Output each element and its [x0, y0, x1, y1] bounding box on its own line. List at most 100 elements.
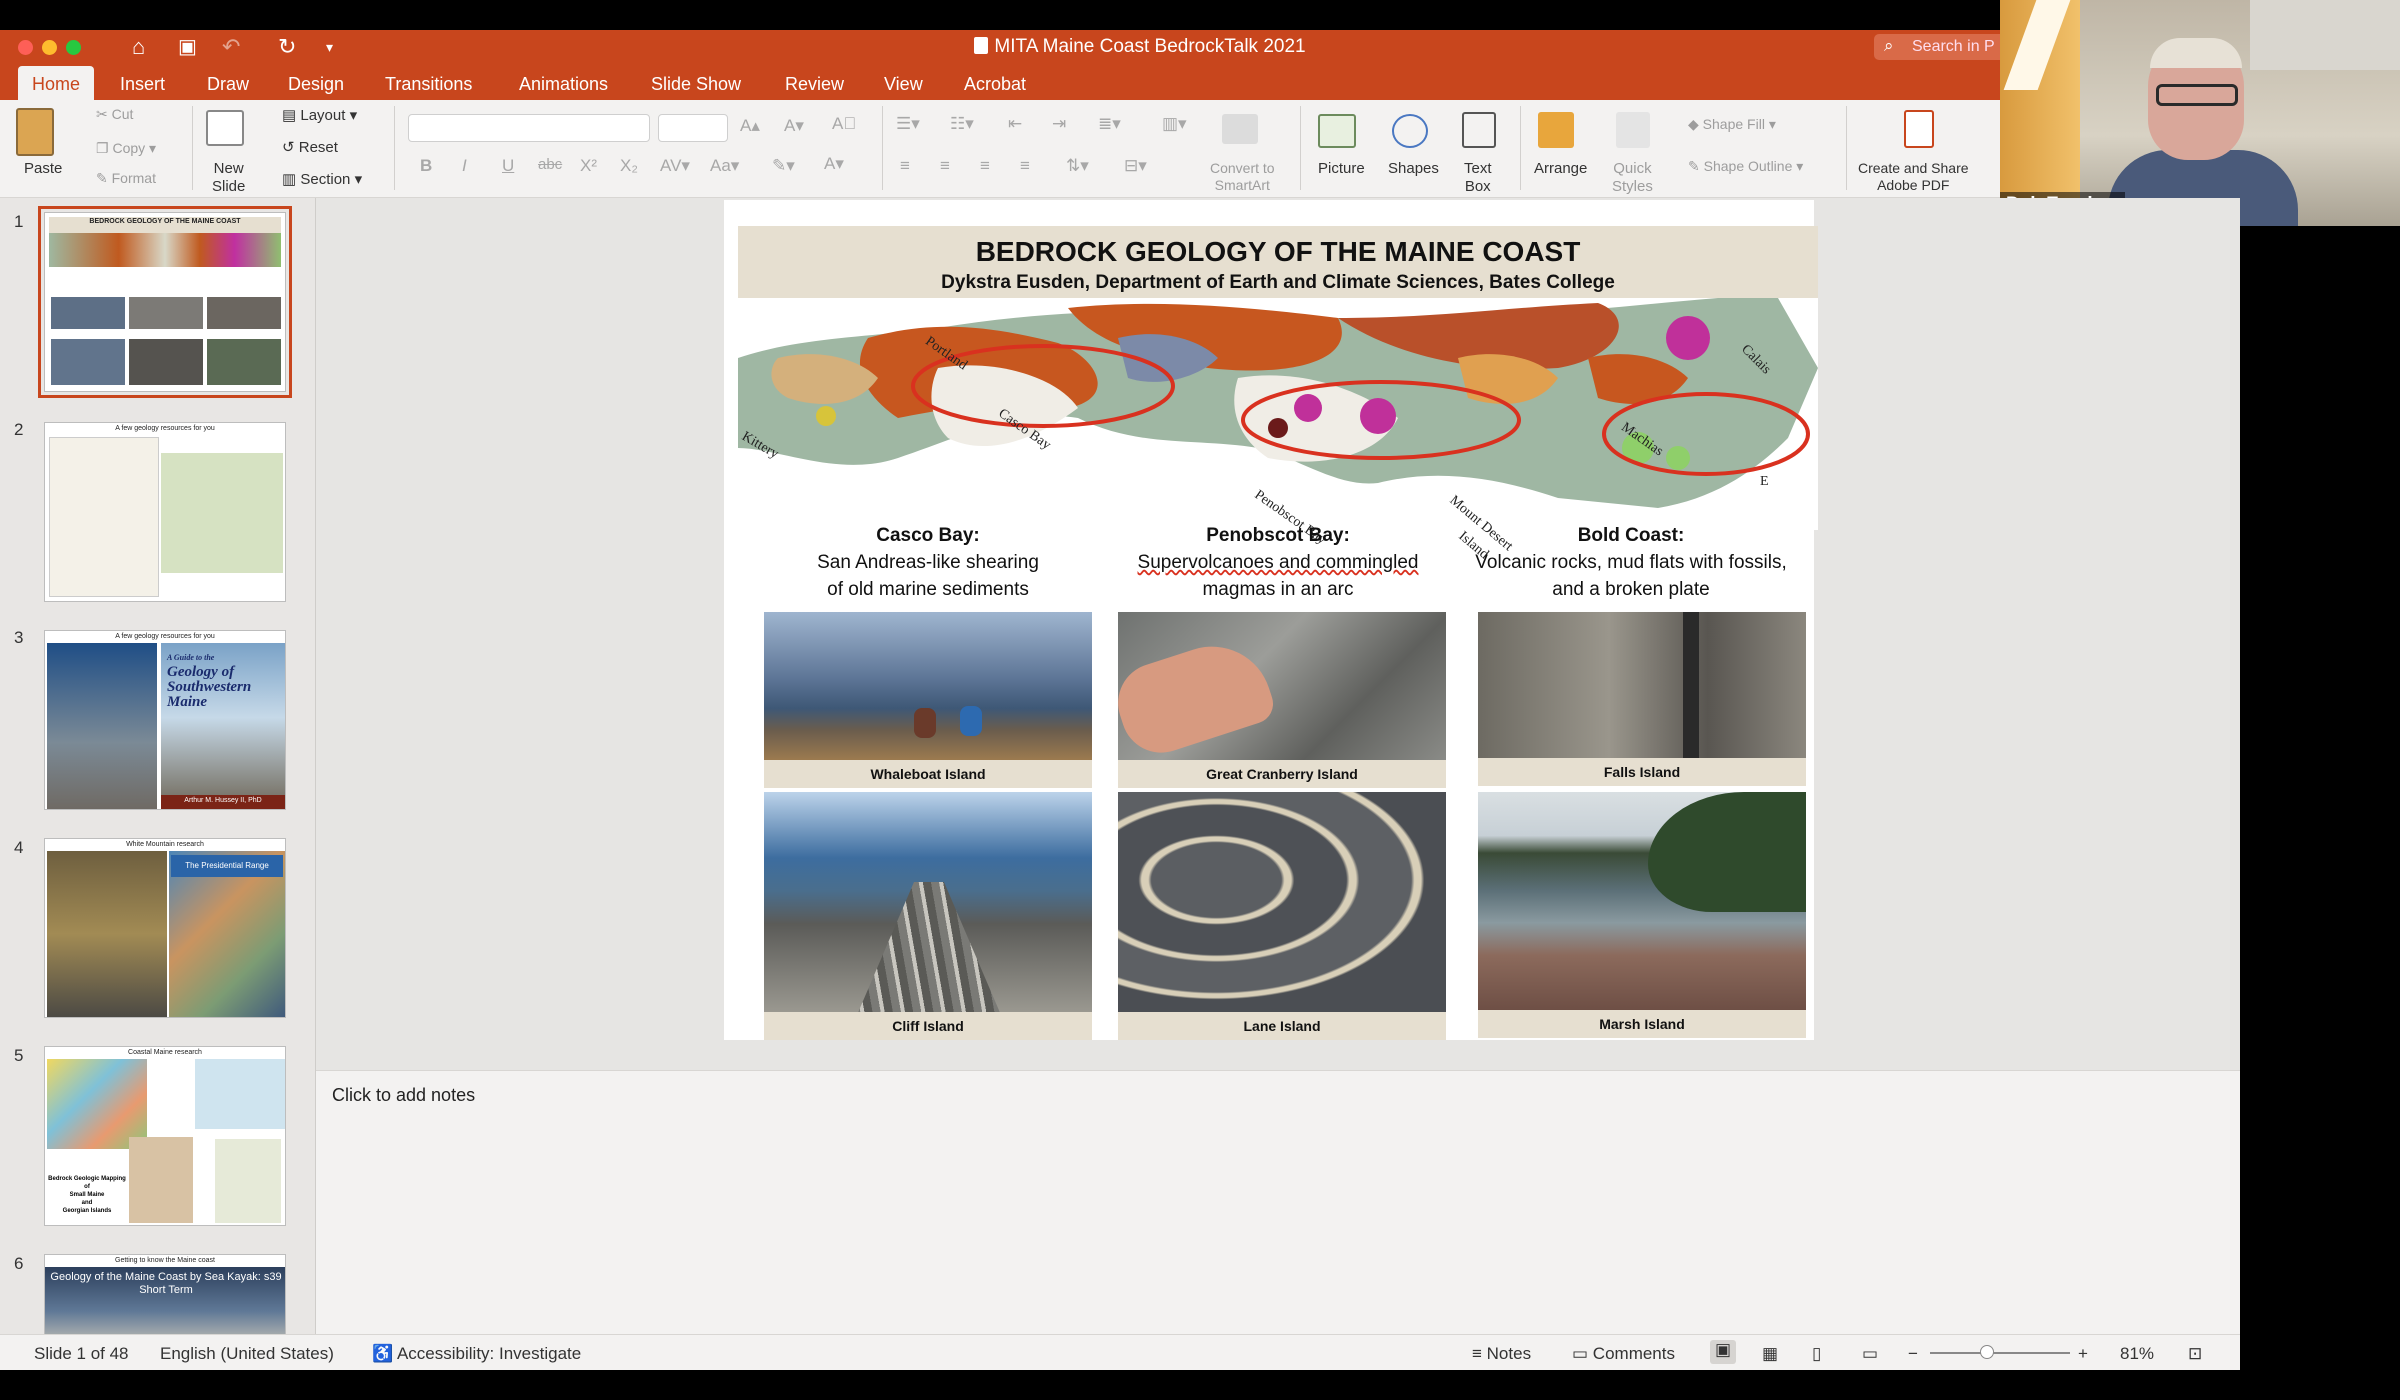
quick-styles-button[interactable]: Quick Styles	[1612, 160, 1653, 196]
notes-placeholder[interactable]: Click to add notes	[332, 1085, 475, 1106]
photo-great-cranberry-island[interactable]	[1118, 612, 1446, 760]
paste-button[interactable]: Paste	[24, 160, 62, 177]
tab-review[interactable]: Review	[771, 70, 858, 99]
zoom-slider-handle[interactable]	[1980, 1345, 1994, 1359]
tab-transitions[interactable]: Transitions	[371, 70, 486, 99]
zoom-level[interactable]: 81%	[2120, 1344, 2154, 1364]
notes-toggle-button[interactable]: ≡ Notes	[1472, 1344, 1531, 1364]
numbering-icon[interactable]: ☷▾	[950, 114, 974, 134]
notes-pane[interactable]: Click to add notes	[316, 1070, 2240, 1334]
increase-font-size-button[interactable]: A▴	[740, 116, 760, 136]
tab-slide-show[interactable]: Slide Show	[637, 70, 755, 99]
thumb-title: BEDROCK GEOLOGY OF THE MAINE COAST	[89, 218, 241, 225]
comments-toggle-button[interactable]: ▭ Comments	[1572, 1344, 1675, 1364]
tab-acrobat[interactable]: Acrobat	[950, 70, 1040, 99]
strikethrough-button[interactable]: abc	[538, 156, 562, 173]
zoom-out-icon[interactable]: −	[1908, 1344, 1918, 1364]
picture-button[interactable]: Picture	[1318, 160, 1365, 177]
penobscot-bay-heading[interactable]: Penobscot Bay: Supervolcanoes and comming…	[1094, 522, 1462, 603]
create-adobe-pdf-button[interactable]: Create and Share Adobe PDF	[1858, 160, 1969, 194]
bold-coast-heading[interactable]: Bold Coast: Volcanic rocks, mud flats wit…	[1444, 522, 1818, 603]
format-painter-button[interactable]: ✎ Format	[96, 170, 156, 187]
slide-subtitle[interactable]: Dykstra Eusden, Department of Earth and …	[738, 272, 1818, 294]
slide-canvas[interactable]: BEDROCK GEOLOGY OF THE MAINE COAST Dykst…	[724, 200, 1818, 1040]
slide-sorter-icon[interactable]: ▦	[1762, 1344, 1778, 1364]
superscript-button[interactable]: X²	[580, 156, 597, 176]
slide-number: 4	[14, 838, 24, 857]
shapes-button[interactable]: Shapes	[1388, 160, 1439, 177]
shape-fill-button[interactable]: ◆ Shape Fill ▾	[1688, 116, 1776, 133]
bullets-icon[interactable]: ☰▾	[896, 114, 920, 134]
line-spacing-icon[interactable]: ≣▾	[1098, 114, 1121, 134]
new-slide-button[interactable]: New Slide	[212, 160, 245, 196]
photo-lane-island[interactable]	[1118, 792, 1446, 1012]
align-center-icon[interactable]: ≡	[940, 156, 950, 176]
subscript-button[interactable]: X₂	[620, 156, 638, 176]
tab-animations[interactable]: Animations	[505, 70, 622, 99]
thumb-title: A few geology resources for you	[115, 425, 215, 432]
font-size-input[interactable]	[658, 114, 728, 142]
cut-button[interactable]: ✂ Cut	[96, 106, 133, 123]
slide-thumbnail-6[interactable]: Getting to know the Maine coast Geology …	[44, 1254, 286, 1334]
divider	[1520, 106, 1521, 190]
search-input[interactable]: ⌕ Search in P	[1874, 34, 2000, 60]
new-slide-icon	[206, 110, 244, 146]
shape-outline-button[interactable]: ✎ Shape Outline ▾	[1688, 158, 1803, 175]
fit-to-window-icon[interactable]: ⊡	[2188, 1344, 2202, 1364]
reset-button[interactable]: ↺ Reset	[282, 138, 338, 156]
tab-design[interactable]: Design	[274, 70, 358, 99]
font-name-input[interactable]	[408, 114, 650, 142]
geologic-map[interactable]	[738, 298, 1818, 530]
zoom-in-icon[interactable]: +	[2078, 1344, 2088, 1364]
tab-view[interactable]: View	[870, 70, 937, 99]
tab-home[interactable]: Home	[18, 66, 95, 100]
zoom-slider[interactable]	[1930, 1352, 2070, 1354]
underline-button[interactable]: U	[502, 156, 514, 176]
thumb-book-cover	[47, 851, 167, 1017]
columns-icon[interactable]: ▥▾	[1162, 114, 1187, 134]
slide-thumbnail-3[interactable]: A few geology resources for you A Guide …	[44, 630, 286, 810]
reading-view-icon[interactable]: ▯	[1812, 1344, 1821, 1364]
layout-button[interactable]: ▤ Layout ▾	[282, 106, 357, 124]
convert-smartart-button[interactable]: Convert to SmartArt	[1210, 160, 1275, 194]
copy-button[interactable]: ❐ Copy ▾	[96, 140, 156, 157]
photo-marsh-island[interactable]	[1478, 792, 1806, 1010]
bold-button[interactable]: B	[420, 156, 432, 176]
change-case-icon[interactable]: Aa▾	[710, 156, 739, 176]
italic-button[interactable]: I	[462, 156, 467, 176]
photo-cliff-island[interactable]	[764, 792, 1092, 1012]
font-color-icon[interactable]: A▾	[824, 154, 844, 174]
slide-thumbnail-1[interactable]: BEDROCK GEOLOGY OF THE MAINE COAST	[38, 206, 292, 398]
divider	[1300, 106, 1301, 190]
photo-whaleboat-island[interactable]	[764, 612, 1092, 760]
slide-show-icon[interactable]: ▭	[1862, 1344, 1878, 1364]
thumb-map	[49, 233, 281, 267]
tab-draw[interactable]: Draw	[193, 70, 263, 99]
language-status[interactable]: English (United States)	[160, 1344, 334, 1364]
highlight-icon[interactable]: ✎▾	[772, 156, 795, 176]
slide-thumbnail-4[interactable]: White Mountain research The Presidential…	[44, 838, 286, 1018]
align-left-icon[interactable]: ≡	[900, 156, 910, 176]
align-text-icon[interactable]: ⊟▾	[1124, 156, 1147, 176]
casco-bay-heading[interactable]: Casco Bay: San Andreas-like shearing of ol…	[738, 522, 1118, 603]
tab-insert[interactable]: Insert	[106, 70, 179, 99]
section-button[interactable]: ▥ Section ▾	[282, 170, 362, 188]
normal-view-icon[interactable]: ▣	[1710, 1340, 1736, 1364]
text-direction-icon[interactable]: ⇅▾	[1066, 156, 1089, 176]
ribbon-tabs: Home Insert Draw Design Transitions Anim…	[0, 64, 2000, 100]
text-box-button[interactable]: Text Box	[1464, 160, 1492, 196]
slide-thumbnail-5[interactable]: Coastal Maine research Bedrock Geologic …	[44, 1046, 286, 1226]
character-spacing-icon[interactable]: AV▾	[660, 156, 690, 176]
photo-falls-island[interactable]	[1478, 612, 1806, 758]
slide-thumbnail-2[interactable]: A few geology resources for you	[44, 422, 286, 602]
clear-formatting-icon[interactable]: A⃠	[832, 114, 856, 134]
decrease-indent-icon[interactable]: ⇤	[1008, 114, 1022, 134]
arrange-button[interactable]: Arrange	[1534, 160, 1587, 177]
accessibility-status[interactable]: ♿ Accessibility: Investigate	[372, 1344, 581, 1364]
slide-title[interactable]: BEDROCK GEOLOGY OF THE MAINE COAST	[738, 236, 1818, 268]
decrease-font-size-button[interactable]: A▾	[784, 116, 804, 136]
increase-indent-icon[interactable]: ⇥	[1052, 114, 1066, 134]
slide-thumbnail-pane[interactable]: 1 BEDROCK GEOLOGY OF THE MAINE COAST 2 A…	[0, 198, 316, 1334]
justify-icon[interactable]: ≡	[1020, 156, 1030, 176]
align-right-icon[interactable]: ≡	[980, 156, 990, 176]
